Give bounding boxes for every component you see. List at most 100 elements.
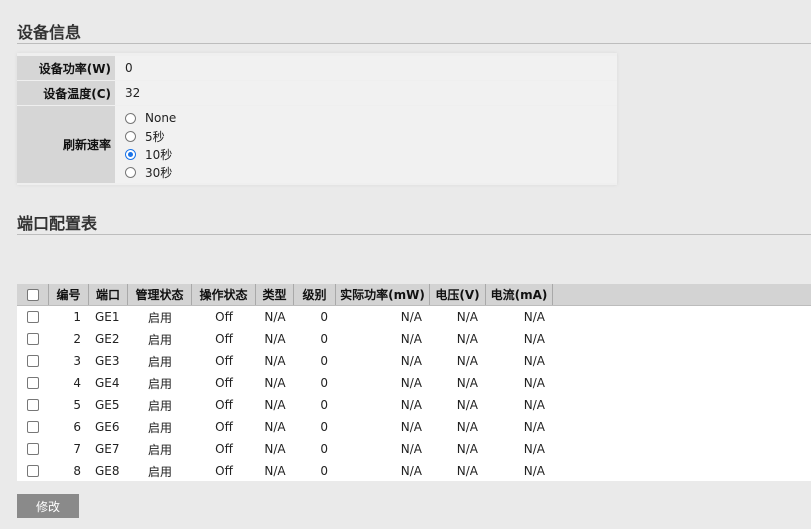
cell-voltage: N/A	[456, 464, 478, 478]
cell-voltage: N/A	[456, 420, 478, 434]
cell-level: 0	[320, 464, 328, 478]
refresh-rate-row: 刷新速率 None 5秒 10秒 30秒	[17, 106, 617, 183]
cell-voltage: N/A	[456, 398, 478, 412]
cell-current: N/A	[523, 332, 545, 346]
table-header: 编号 端口 管理状态 操作状态 类型 级别 实际功率(mW) 电压(V) 电流(…	[17, 284, 811, 306]
table-body: 1 GE1 启用 Off N/A 0 N/A N/A N/A 2 GE2 启用 Off N/A 0 N/A N/…	[17, 306, 811, 482]
cell-port: GE6	[95, 420, 120, 434]
cell-power: N/A	[400, 332, 422, 346]
temperature-label: 设备温度(C)	[17, 81, 115, 105]
temperature-row: 设备温度(C) 32	[17, 81, 617, 105]
cell-type: N/A	[264, 420, 286, 434]
refresh-option-30s[interactable]: 30秒	[125, 163, 617, 181]
cell-power: N/A	[400, 398, 422, 412]
row-checkbox[interactable]	[27, 399, 39, 411]
select-all-checkbox[interactable]	[26, 288, 39, 301]
power-value: 0	[115, 56, 617, 80]
row-checkbox[interactable]	[27, 377, 39, 389]
cell-voltage: N/A	[456, 310, 478, 324]
cell-oper: Off	[215, 310, 233, 324]
cell-level: 0	[320, 376, 328, 390]
row-select-cell	[17, 372, 49, 394]
refresh-option-label: 10秒	[145, 147, 173, 162]
radio-button[interactable]	[125, 112, 136, 124]
refresh-option-10s[interactable]: 10秒	[125, 145, 617, 163]
cell-power: N/A	[400, 376, 422, 390]
power-label: 设备功率(W)	[17, 56, 115, 80]
cell-level: 0	[320, 332, 328, 346]
cell-admin: 启用	[147, 398, 172, 413]
cell-id: 3	[73, 354, 81, 368]
cell-power: N/A	[400, 420, 422, 434]
col-header-admin-status[interactable]: 管理状态	[128, 284, 192, 305]
cell-oper: Off	[215, 354, 233, 368]
cell-id: 5	[73, 398, 81, 412]
col-header-port[interactable]: 端口	[89, 284, 128, 305]
row-select-cell	[17, 394, 49, 416]
cell-voltage: N/A	[456, 376, 478, 390]
row-select-cell	[17, 306, 49, 328]
cell-voltage: N/A	[456, 442, 478, 456]
cell-admin: 启用	[147, 376, 172, 391]
col-header-oper-status[interactable]: 操作状态	[192, 284, 256, 305]
cell-admin: 启用	[147, 420, 172, 435]
row-checkbox[interactable]	[27, 311, 39, 323]
row-select-cell	[17, 328, 49, 350]
cell-current: N/A	[523, 376, 545, 390]
radio-button-selected[interactable]	[125, 148, 136, 160]
cell-current: N/A	[523, 442, 545, 456]
port-config-table: 编号 端口 管理状态 操作状态 类型 级别 实际功率(mW) 电压(V) 电流(…	[17, 284, 811, 481]
cell-type: N/A	[264, 464, 286, 478]
cell-admin: 启用	[147, 464, 172, 479]
refresh-option-label: None	[145, 111, 177, 125]
cell-type: N/A	[264, 398, 286, 412]
col-header-id[interactable]: 编号	[49, 284, 89, 305]
col-header-level[interactable]: 级别	[294, 284, 336, 305]
cell-voltage: N/A	[456, 332, 478, 346]
row-select-cell	[17, 350, 49, 372]
radio-button[interactable]	[125, 130, 136, 142]
row-checkbox[interactable]	[27, 333, 39, 345]
cell-port: GE5	[95, 398, 120, 412]
cell-type: N/A	[264, 442, 286, 456]
refresh-rate-options: None 5秒 10秒 30秒	[115, 106, 617, 183]
cell-current: N/A	[523, 354, 545, 368]
table-row: 8 GE8 启用 Off N/A 0 N/A N/A N/A	[17, 460, 811, 482]
cell-level: 0	[320, 398, 328, 412]
table-row: 5 GE5 启用 Off N/A 0 N/A N/A N/A	[17, 394, 811, 416]
table-row: 1 GE1 启用 Off N/A 0 N/A N/A N/A	[17, 306, 811, 328]
modify-button[interactable]: 修改	[17, 494, 79, 518]
cell-oper: Off	[215, 332, 233, 346]
cell-id: 4	[73, 376, 81, 390]
cell-type: N/A	[264, 354, 286, 368]
cell-admin: 启用	[147, 310, 172, 325]
cell-port: GE4	[95, 376, 120, 390]
refresh-option-none[interactable]: None	[125, 109, 617, 127]
cell-level: 0	[320, 420, 328, 434]
row-select-cell	[17, 460, 49, 482]
cell-oper: Off	[215, 442, 233, 456]
cell-current: N/A	[523, 420, 545, 434]
cell-type: N/A	[264, 376, 286, 390]
col-header-power[interactable]: 实际功率(mW)	[336, 284, 430, 305]
row-checkbox[interactable]	[27, 443, 39, 455]
cell-level: 0	[320, 354, 328, 368]
col-header-type[interactable]: 类型	[256, 284, 294, 305]
row-checkbox[interactable]	[27, 465, 39, 477]
row-select-cell	[17, 438, 49, 460]
radio-button[interactable]	[125, 166, 136, 178]
row-checkbox[interactable]	[27, 355, 39, 367]
table-row: 7 GE7 启用 Off N/A 0 N/A N/A N/A	[17, 438, 811, 460]
cell-id: 7	[73, 442, 81, 456]
row-checkbox[interactable]	[27, 421, 39, 433]
cell-oper: Off	[215, 420, 233, 434]
refresh-rate-label: 刷新速率	[17, 106, 115, 183]
refresh-option-5s[interactable]: 5秒	[125, 127, 617, 145]
cell-level: 0	[320, 310, 328, 324]
table-row: 3 GE3 启用 Off N/A 0 N/A N/A N/A	[17, 350, 811, 372]
col-header-voltage[interactable]: 电压(V)	[430, 284, 486, 305]
port-config-title: 端口配置表	[17, 214, 98, 233]
cell-port: GE1	[95, 310, 120, 324]
device-info-divider	[17, 43, 811, 44]
col-header-current[interactable]: 电流(mA)	[486, 284, 553, 305]
